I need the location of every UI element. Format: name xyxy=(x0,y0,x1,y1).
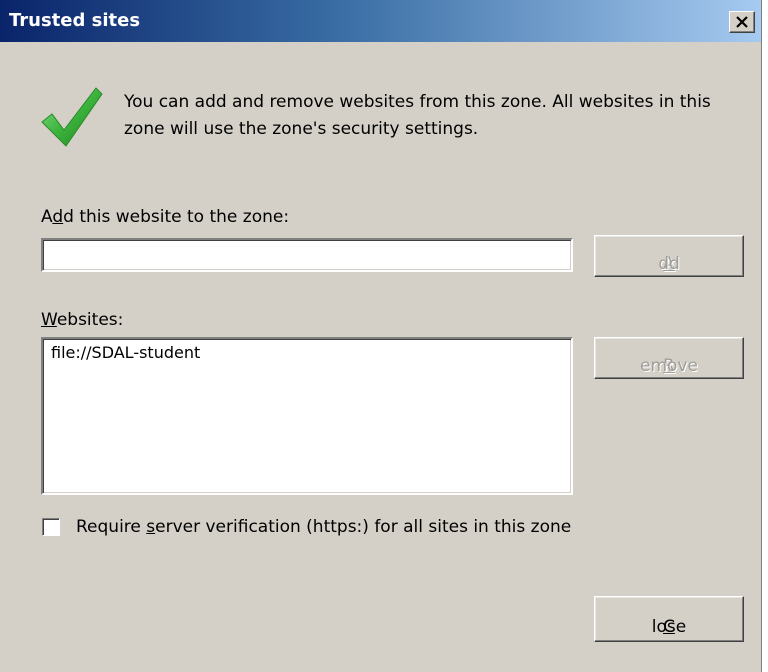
add-website-field[interactable] xyxy=(41,238,573,272)
close-button[interactable]: Close xyxy=(594,596,744,642)
add-button[interactable]: Add xyxy=(594,235,744,277)
title-bar[interactable]: Trusted sites xyxy=(0,0,761,42)
require-verification-checkbox[interactable] xyxy=(42,518,60,536)
trusted-sites-dialog: Trusted sites You can add and remove web… xyxy=(0,0,762,672)
add-website-input[interactable] xyxy=(43,240,571,270)
remove-button[interactable]: Remove xyxy=(594,337,744,379)
checkmark-icon xyxy=(41,87,103,147)
close-window-button[interactable] xyxy=(729,11,755,33)
window-title: Trusted sites xyxy=(9,10,141,31)
close-icon xyxy=(736,16,748,28)
require-verification-label[interactable]: Require server verification (https:) for… xyxy=(76,515,571,539)
list-item[interactable]: file://SDAL-student xyxy=(51,343,200,362)
add-website-label: Add this website to the zone: xyxy=(41,207,290,227)
websites-list[interactable]: file://SDAL-student xyxy=(41,337,573,495)
websites-label: Websites: xyxy=(41,310,124,330)
info-text: You can add and remove websites from thi… xyxy=(124,92,711,139)
